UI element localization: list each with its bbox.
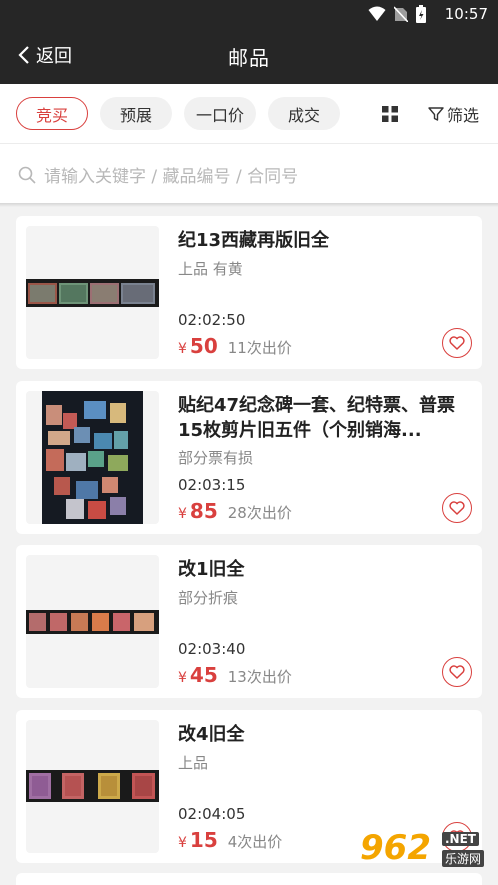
item-thumbnail xyxy=(26,226,159,359)
bid-count: 28次出价 xyxy=(227,504,292,522)
price-row: ¥ 45 13次出价 xyxy=(178,663,292,687)
item-thumbnail xyxy=(26,720,159,853)
search-input[interactable]: 请输入关键字 / 藏品编号 / 合同号 xyxy=(18,162,298,187)
item-condition: 上品 xyxy=(178,754,209,772)
list-item[interactable]: 纪13西藏再版旧全 上品 有黄 02:02:50 ¥ 50 11次出价 xyxy=(16,216,482,369)
item-title: 纪13西藏再版旧全 xyxy=(178,230,330,251)
divider xyxy=(0,203,498,207)
current-price: 45 xyxy=(189,663,218,687)
item-title: 改1旧全 xyxy=(178,559,245,580)
list-item[interactable]: 改1旧全 部分折痕 02:03:40 ¥ 45 13次出价 xyxy=(16,545,482,698)
no-sim-icon xyxy=(394,6,408,22)
status-time: 10:57 xyxy=(444,5,488,23)
currency-symbol: ¥ xyxy=(178,835,187,851)
tab-deal[interactable]: 成交 xyxy=(268,97,340,130)
bid-count: 13次出价 xyxy=(227,668,292,686)
bid-count: 11次出价 xyxy=(227,339,292,357)
current-price: 15 xyxy=(189,828,218,852)
current-price: 50 xyxy=(189,334,218,358)
heart-icon xyxy=(449,665,465,679)
filter-label: 筛选 xyxy=(447,106,480,125)
price-row: ¥ 15 4次出价 xyxy=(178,828,282,852)
bid-count: 4次出价 xyxy=(227,833,283,851)
wifi-icon xyxy=(368,6,386,21)
status-bar: 10:57 xyxy=(0,0,498,28)
item-title: 贴纪47纪念碑一套、纪特票、普票15枚剪片旧五件（个别销海... xyxy=(178,395,456,441)
countdown-time: 02:03:40 xyxy=(178,640,246,658)
status-icons xyxy=(368,5,426,23)
tab-fixed-price[interactable]: 一口价 xyxy=(184,97,256,130)
page-title: 邮品 xyxy=(228,46,270,70)
search-bar: 请输入关键字 / 藏品编号 / 合同号 xyxy=(0,143,498,203)
favorite-button[interactable] xyxy=(442,328,472,358)
battery-charging-icon xyxy=(416,5,426,23)
filter-bar: 竞买 预展 一口价 成交 筛选 xyxy=(0,84,498,143)
search-placeholder: 请输入关键字 / 藏品编号 / 合同号 xyxy=(44,167,299,187)
countdown-time: 02:03:15 xyxy=(178,476,246,494)
price-row: ¥ 50 11次出价 xyxy=(178,334,292,358)
tab-preview[interactable]: 预展 xyxy=(100,97,172,130)
favorite-button[interactable] xyxy=(442,493,472,523)
watermark-site: 乐游网 xyxy=(442,850,485,867)
countdown-time: 02:02:50 xyxy=(178,311,246,329)
current-price: 85 xyxy=(189,499,218,523)
watermark-logo: 962 xyxy=(360,828,431,868)
filter-button[interactable]: 筛选 xyxy=(428,102,479,126)
item-condition: 部分票有损 xyxy=(178,449,254,467)
heart-icon xyxy=(449,501,465,515)
item-condition: 上品 有黄 xyxy=(178,260,243,278)
countdown-time: 02:04:05 xyxy=(178,805,246,823)
search-icon xyxy=(18,166,36,184)
item-condition: 部分折痕 xyxy=(178,589,239,607)
currency-symbol: ¥ xyxy=(178,341,187,357)
tab-auction[interactable]: 竞买 xyxy=(16,97,88,130)
price-row: ¥ 85 28次出价 xyxy=(178,499,292,523)
list-item[interactable]: 贴纪47纪念碑一套、纪特票、普票15枚剪片旧五件（个别销海... 部分票有损 0… xyxy=(16,381,482,534)
currency-symbol: ¥ xyxy=(178,506,187,522)
app-bar: 返回 邮品 xyxy=(0,28,498,84)
item-thumbnail xyxy=(26,555,159,688)
item-title: 改4旧全 xyxy=(178,724,245,745)
heart-icon xyxy=(449,336,465,350)
watermark-net: .NET xyxy=(442,832,479,846)
filter-icon xyxy=(428,107,444,121)
grid-view-icon[interactable] xyxy=(381,105,399,123)
currency-symbol: ¥ xyxy=(178,670,187,686)
watermark: 962 .NET 乐游网 xyxy=(360,828,494,880)
item-thumbnail xyxy=(26,391,159,524)
favorite-button[interactable] xyxy=(442,657,472,687)
